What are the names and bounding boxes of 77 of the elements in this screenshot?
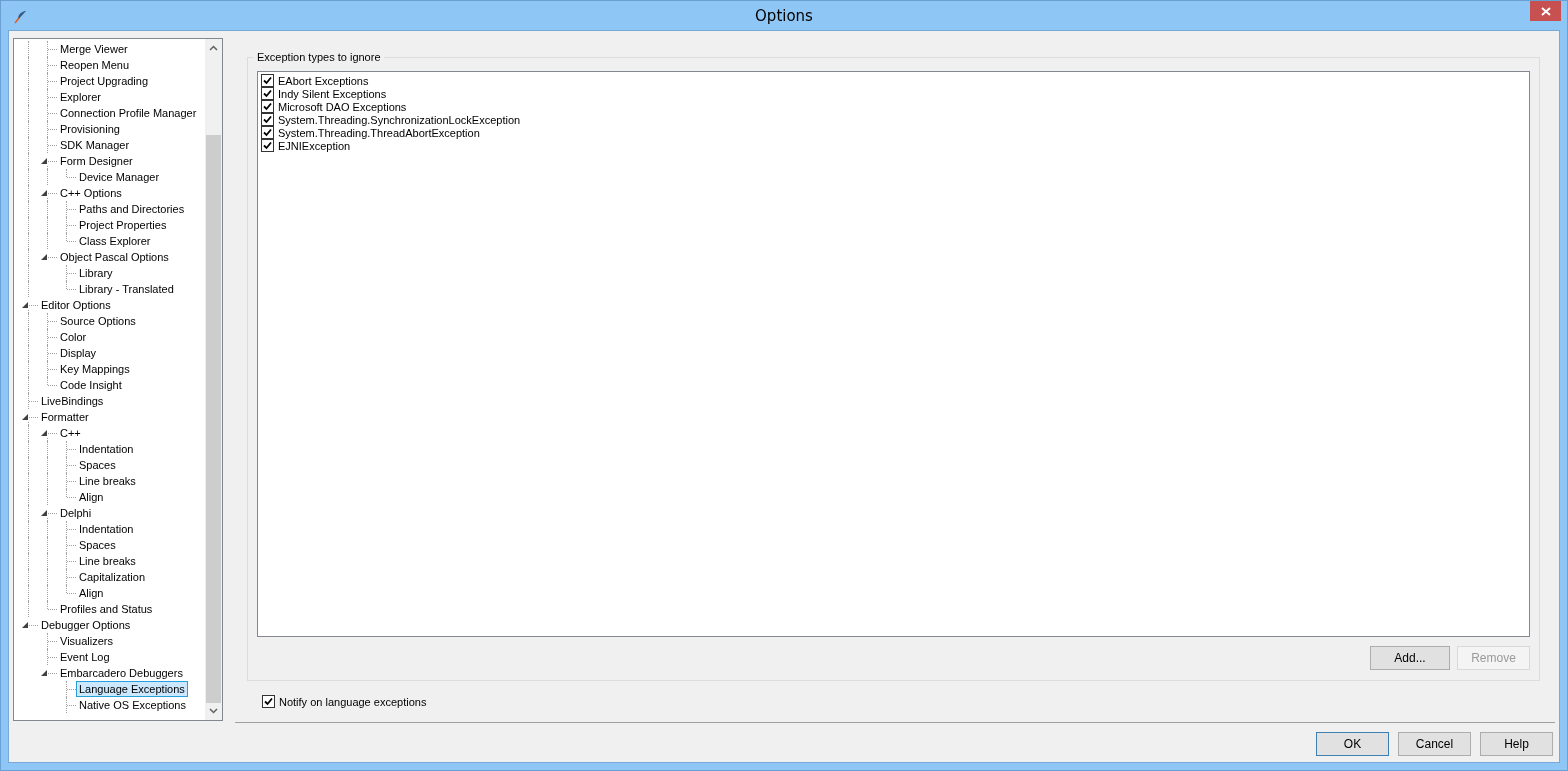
expand-triangle-icon[interactable]	[41, 430, 48, 437]
exception-label: System.Threading.ThreadAbortException	[278, 126, 480, 139]
exception-label: EAbort Exceptions	[278, 74, 369, 87]
tree-item[interactable]: Align	[76, 585, 107, 601]
tree-item[interactable]: C++ Options	[57, 185, 125, 201]
tree-item[interactable]: Spaces	[76, 457, 119, 473]
tree-item[interactable]: Indentation	[76, 441, 137, 457]
expand-triangle-icon[interactable]	[22, 622, 29, 629]
checkbox[interactable]	[261, 87, 274, 100]
tree-item[interactable]: Source Options	[57, 313, 139, 329]
tree-item[interactable]: C++	[57, 425, 84, 441]
notify-label: Notify on language exceptions	[279, 695, 427, 708]
tree-item[interactable]: LiveBindings	[38, 393, 107, 409]
tree-item[interactable]: Reopen Menu	[57, 57, 133, 73]
list-action-button[interactable]: Add...	[1370, 646, 1450, 670]
checkbox[interactable]	[261, 139, 274, 152]
tree-item[interactable]: Explorer	[57, 89, 104, 105]
expand-triangle-icon[interactable]	[41, 254, 48, 261]
checkbox[interactable]	[262, 695, 275, 708]
tree-item[interactable]: Editor Options	[38, 297, 114, 313]
tree-item[interactable]: Formatter	[38, 409, 92, 425]
expand-triangle-icon[interactable]	[41, 158, 48, 165]
tree-item[interactable]: Device Manager	[76, 169, 163, 185]
tree-item[interactable]: Visualizers	[57, 633, 116, 649]
tree-item[interactable]: Align	[76, 489, 107, 505]
tree-item[interactable]: Spaces	[76, 537, 119, 553]
exception-label: Microsoft DAO Exceptions	[278, 100, 407, 113]
tree-item[interactable]: Line breaks	[76, 553, 139, 569]
dialog-button[interactable]: OK	[1316, 732, 1389, 756]
tree-item[interactable]: SDK Manager	[57, 137, 133, 153]
tree-item[interactable]: Delphi	[57, 505, 95, 521]
tree-item[interactable]: Provisioning	[57, 121, 123, 137]
tree-item[interactable]: Language Exceptions	[76, 681, 188, 697]
scroll-up-icon[interactable]	[209, 45, 218, 51]
tree-item[interactable]: Paths and Directories	[76, 201, 188, 217]
tree-item[interactable]: Object Pascal Options	[57, 249, 172, 265]
close-button[interactable]	[1530, 1, 1561, 21]
expand-triangle-icon[interactable]	[41, 190, 48, 197]
checkbox[interactable]	[261, 100, 274, 113]
tree-item[interactable]: Form Designer	[57, 153, 136, 169]
tree-item[interactable]: Color	[57, 329, 90, 345]
tree-item[interactable]: Native OS Exceptions	[76, 697, 189, 713]
expand-triangle-icon[interactable]	[22, 302, 29, 309]
exception-label: System.Threading.SynchronizationLockException	[278, 113, 521, 126]
tree-item[interactable]: Profiles and Status	[57, 601, 156, 617]
tree-item[interactable]: Debugger Options	[38, 617, 134, 633]
scroll-thumb[interactable]	[206, 135, 221, 703]
close-icon	[1540, 6, 1551, 16]
checkbox[interactable]	[261, 113, 274, 126]
exception-label: Indy Silent Exceptions	[278, 87, 387, 100]
group-label: Exception types to ignore	[254, 51, 384, 63]
scroll-down-icon[interactable]	[209, 708, 218, 714]
tree-item[interactable]: Library - Translated	[76, 281, 177, 297]
tree-item[interactable]: Embarcadero Debuggers	[57, 665, 186, 681]
tree-item[interactable]: Line breaks	[76, 473, 139, 489]
tree-item[interactable]: Class Explorer	[76, 233, 154, 249]
expand-triangle-icon[interactable]	[41, 670, 48, 677]
dialog-button[interactable]: Cancel	[1398, 732, 1471, 756]
tree-item[interactable]: Merge Viewer	[57, 41, 131, 57]
dialog-button[interactable]: Help	[1480, 732, 1553, 756]
exception-label: EJNIException	[278, 139, 351, 152]
tree-item[interactable]: Project Properties	[76, 217, 170, 233]
expand-triangle-icon[interactable]	[41, 510, 48, 517]
checkbox[interactable]	[261, 74, 274, 87]
tree-item[interactable]: Indentation	[76, 521, 137, 537]
window-title: Options	[755, 6, 813, 25]
scrollbar[interactable]	[205, 39, 222, 720]
tree-item[interactable]: Library	[76, 265, 116, 281]
tree-item[interactable]: Project Upgrading	[57, 73, 152, 89]
tree-item[interactable]: Key Mappings	[57, 361, 133, 377]
tree-item[interactable]: Event Log	[57, 649, 113, 665]
tree-item[interactable]: Connection Profile Manager	[57, 105, 200, 121]
expand-triangle-icon[interactable]	[22, 414, 29, 421]
tree-item[interactable]: Code Insight	[57, 377, 125, 393]
checkbox[interactable]	[261, 126, 274, 139]
tree-item[interactable]: Capitalization	[76, 569, 149, 585]
tree-item[interactable]: Display	[57, 345, 100, 361]
